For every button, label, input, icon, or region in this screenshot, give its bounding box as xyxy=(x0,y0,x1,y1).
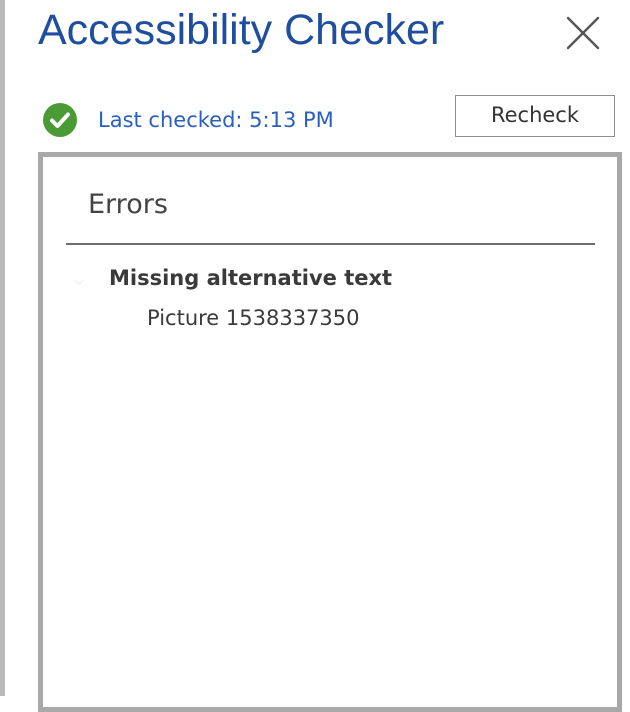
status-row: Last checked: 5:13 PM xyxy=(42,101,334,139)
recheck-button[interactable]: Recheck xyxy=(455,95,615,137)
pane-left-border xyxy=(0,0,5,696)
last-checked-text: Last checked: 5:13 PM xyxy=(98,108,334,132)
close-icon xyxy=(566,16,600,50)
check-circle-icon xyxy=(43,103,77,137)
error-item[interactable]: Picture 1538337350 xyxy=(147,306,360,330)
errors-divider xyxy=(66,243,595,245)
chevron-down-icon[interactable] xyxy=(73,274,85,286)
errors-section-header: Errors xyxy=(88,189,168,220)
close-button[interactable] xyxy=(560,10,606,56)
error-category-missing-alt-text[interactable]: Missing alternative text xyxy=(109,266,392,290)
pane-title: Accessibility Checker xyxy=(38,6,445,54)
results-panel: Errors Missing alternative text Picture … xyxy=(38,152,622,712)
